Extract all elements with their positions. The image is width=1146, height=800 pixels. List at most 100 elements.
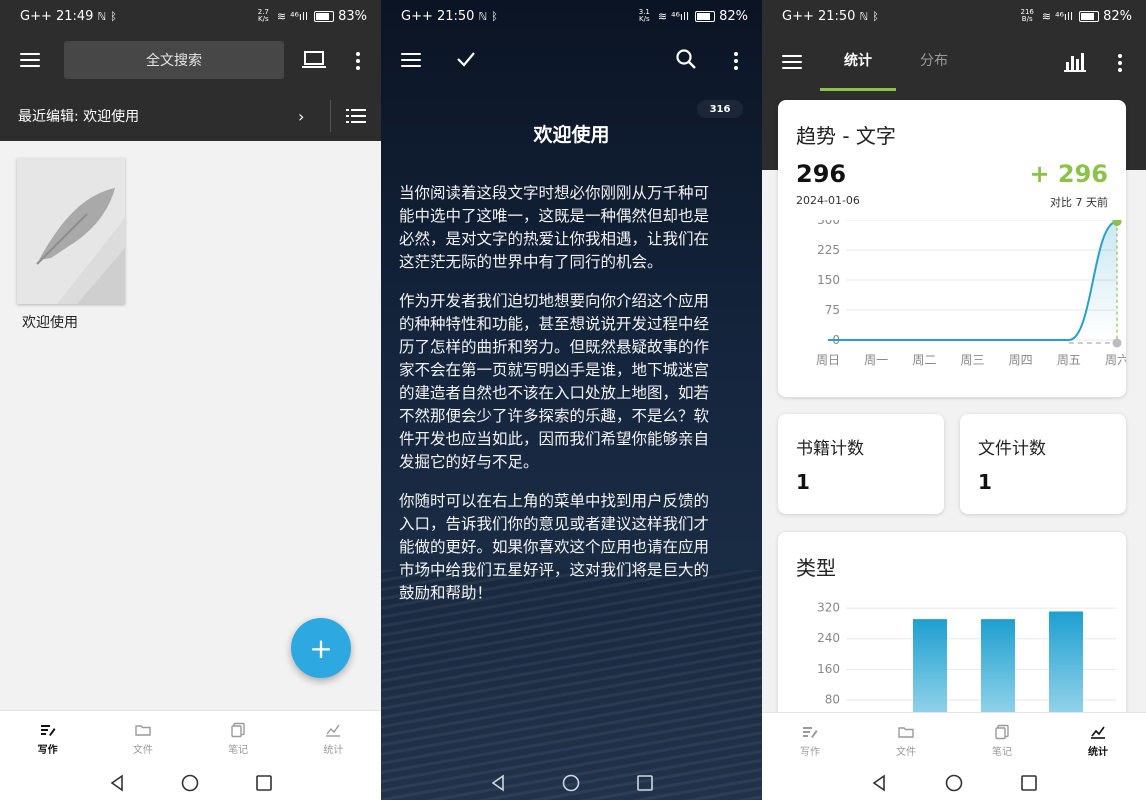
more-options-icon[interactable] (1118, 54, 1122, 72)
check-icon[interactable] (456, 50, 476, 68)
document-paragraph: 你随时可以在右上角的菜单中找到用户反馈的 入口，告诉我们你的意见或者建议这样我们才… (399, 490, 744, 605)
paragraph-line: 的建造者自然也不该在入口处放上地图，如若 (399, 384, 710, 402)
book-title: 欢迎使用 (22, 315, 78, 331)
nav-notes[interactable]: 笔记 (191, 711, 286, 766)
y-tick-label: 240 (817, 631, 840, 645)
search-icon[interactable] (675, 48, 697, 70)
x-tick-label: 周四 (1009, 353, 1033, 367)
feather-icon (17, 158, 125, 304)
book-count-card: 书籍计数 1 (778, 414, 944, 514)
x-tick-label: 周六 (1105, 353, 1126, 367)
trend-delta-caption: 对比 7 天前 (1050, 196, 1108, 209)
nav-notes-label: 笔记 (228, 744, 249, 756)
y-tick-label: 75 (825, 303, 840, 317)
paragraph-line: 入口，告诉我们你的意见或者建议这样我们才 (399, 515, 710, 533)
laptop-icon[interactable] (302, 50, 326, 70)
fulltext-search-button[interactable]: 全文搜索 (64, 41, 284, 79)
statistics-screen: G++ 21:50 ℕ ᛒ 216 B/s ≋ ⁴⁶ıll 82% 统计 分布 趋… (762, 0, 1146, 800)
back-icon[interactable] (108, 774, 126, 792)
nav-write-label: 写作 (800, 746, 820, 758)
book-cover[interactable] (17, 158, 125, 304)
active-tab-indicator (820, 88, 896, 91)
trend-value: 296 (796, 160, 847, 188)
type-title: 类型 (796, 556, 836, 580)
nav-write[interactable]: 写作 (0, 711, 95, 766)
status-bar: G++ 21:49 ℕ ᛒ 2.7 K/s ≋ ⁴⁶ıll 83% (0, 0, 381, 32)
nav-stats[interactable]: 统计 (286, 711, 381, 766)
paragraph-line: 当你阅读着这段文字时想必你刚刚从万千种可 (399, 184, 710, 202)
pen-icon (40, 724, 56, 736)
document-title: 欢迎使用 (533, 124, 610, 146)
trend-area (828, 221, 1117, 340)
nav-files-label: 文件 (132, 744, 153, 756)
nav-write[interactable]: 写作 (762, 713, 858, 768)
chevron-right-icon: › (298, 106, 305, 126)
type-chart: 80 160 240 320 (817, 601, 1116, 732)
home-icon[interactable] (945, 774, 963, 792)
paragraph-line: 作为开发者我们迫切地想要向你介绍这个应用 (399, 292, 710, 310)
file-count-label: 文件计数 (978, 439, 1046, 459)
paragraph-line: 件开发也应当如此，因而我们希望你能够亲自 (399, 430, 710, 448)
nav-files[interactable]: 文件 (95, 711, 190, 766)
x-tick-label: 周五 (1057, 353, 1081, 367)
signal-icon: ⁴⁶ıll (671, 9, 690, 23)
editor-toolbar (381, 38, 762, 82)
tab-distribution[interactable]: 分布 (920, 50, 948, 70)
system-navigation (0, 766, 381, 800)
nav-files[interactable]: 文件 (858, 713, 954, 768)
home-icon[interactable] (562, 774, 580, 792)
signal-icon: ⁴⁶ıll (1055, 9, 1074, 23)
more-options-icon[interactable] (734, 52, 738, 70)
menu-icon[interactable] (782, 55, 802, 69)
back-icon[interactable] (489, 774, 507, 792)
menu-icon[interactable] (20, 53, 40, 67)
battery-level: 82% (719, 8, 748, 24)
recent-edit-row[interactable]: 最近编辑: 欢迎使用 › (0, 96, 381, 136)
paragraph-line: 鼓励和帮助！ (399, 584, 493, 602)
menu-icon[interactable] (401, 53, 421, 67)
net-speed: 3.1 K/s (638, 8, 650, 23)
wifi-icon: ≋ (1041, 9, 1052, 23)
home-toolbar: 全文搜索 (0, 38, 381, 82)
editor-screen: G++ 21:50 ℕ ᛒ 3.1 K/s ≋ ⁴⁶ıll 82% 316 欢迎使… (381, 0, 762, 800)
battery-icon (695, 10, 716, 22)
home-screen: G++ 21:49 ℕ ᛒ 2.7 K/s ≋ ⁴⁶ıll 83% 全文搜索 最近… (0, 0, 381, 800)
nav-stats[interactable]: 统计 (1050, 713, 1146, 768)
y-tick-label: 320 (817, 601, 840, 615)
battery-icon (1079, 10, 1100, 22)
recent-edit-label: 最近编辑: 欢迎使用 (18, 109, 140, 125)
recents-icon[interactable] (255, 774, 273, 792)
status-time: G++ 21:49 (20, 8, 94, 24)
back-icon[interactable] (870, 774, 888, 792)
net-speed: 2.7 K/s (257, 8, 269, 23)
x-tick-label: 周二 (912, 353, 936, 367)
net-speed: 216 B/s (1020, 8, 1034, 23)
status-time: G++ 21:50 (401, 8, 475, 24)
trend-title: 趋势 - 文字 (796, 124, 896, 148)
nav-notes[interactable]: 笔记 (954, 713, 1050, 768)
status-time: G++ 21:50 (782, 8, 856, 24)
trend-delta: + 296 (1029, 160, 1108, 188)
wifi-icon: ≋ (276, 9, 287, 23)
tab-statistics[interactable]: 统计 (844, 50, 872, 70)
x-tick-label: 周日 (816, 353, 840, 367)
add-button[interactable]: + (291, 618, 351, 678)
pen-icon (803, 726, 818, 738)
signal-icon: ⁴⁶ıll (290, 9, 309, 23)
paragraph-line: 必然，是对文字的热爱让你我相遇，让我们在 (399, 230, 710, 248)
y-tick-label: 225 (817, 243, 840, 257)
bottom-navigation: 写作 文件 笔记 统计 (0, 710, 381, 766)
nav-stats-label: 统计 (1088, 746, 1108, 758)
notes-icon (231, 722, 245, 737)
recents-icon[interactable] (1020, 774, 1038, 792)
recents-icon[interactable] (636, 774, 654, 792)
battery-icon (314, 10, 335, 22)
x-tick-label: 周一 (864, 353, 888, 367)
divider (330, 100, 331, 132)
list-view-icon[interactable] (346, 109, 366, 123)
nav-stats-label: 统计 (323, 744, 344, 756)
more-options-icon[interactable] (356, 52, 360, 70)
home-icon[interactable] (181, 774, 199, 792)
status-bar: G++ 21:50 ℕ ᛒ 3.1 K/s ≋ ⁴⁶ıll 82% (381, 0, 762, 32)
bar-chart-icon[interactable] (1064, 52, 1086, 72)
